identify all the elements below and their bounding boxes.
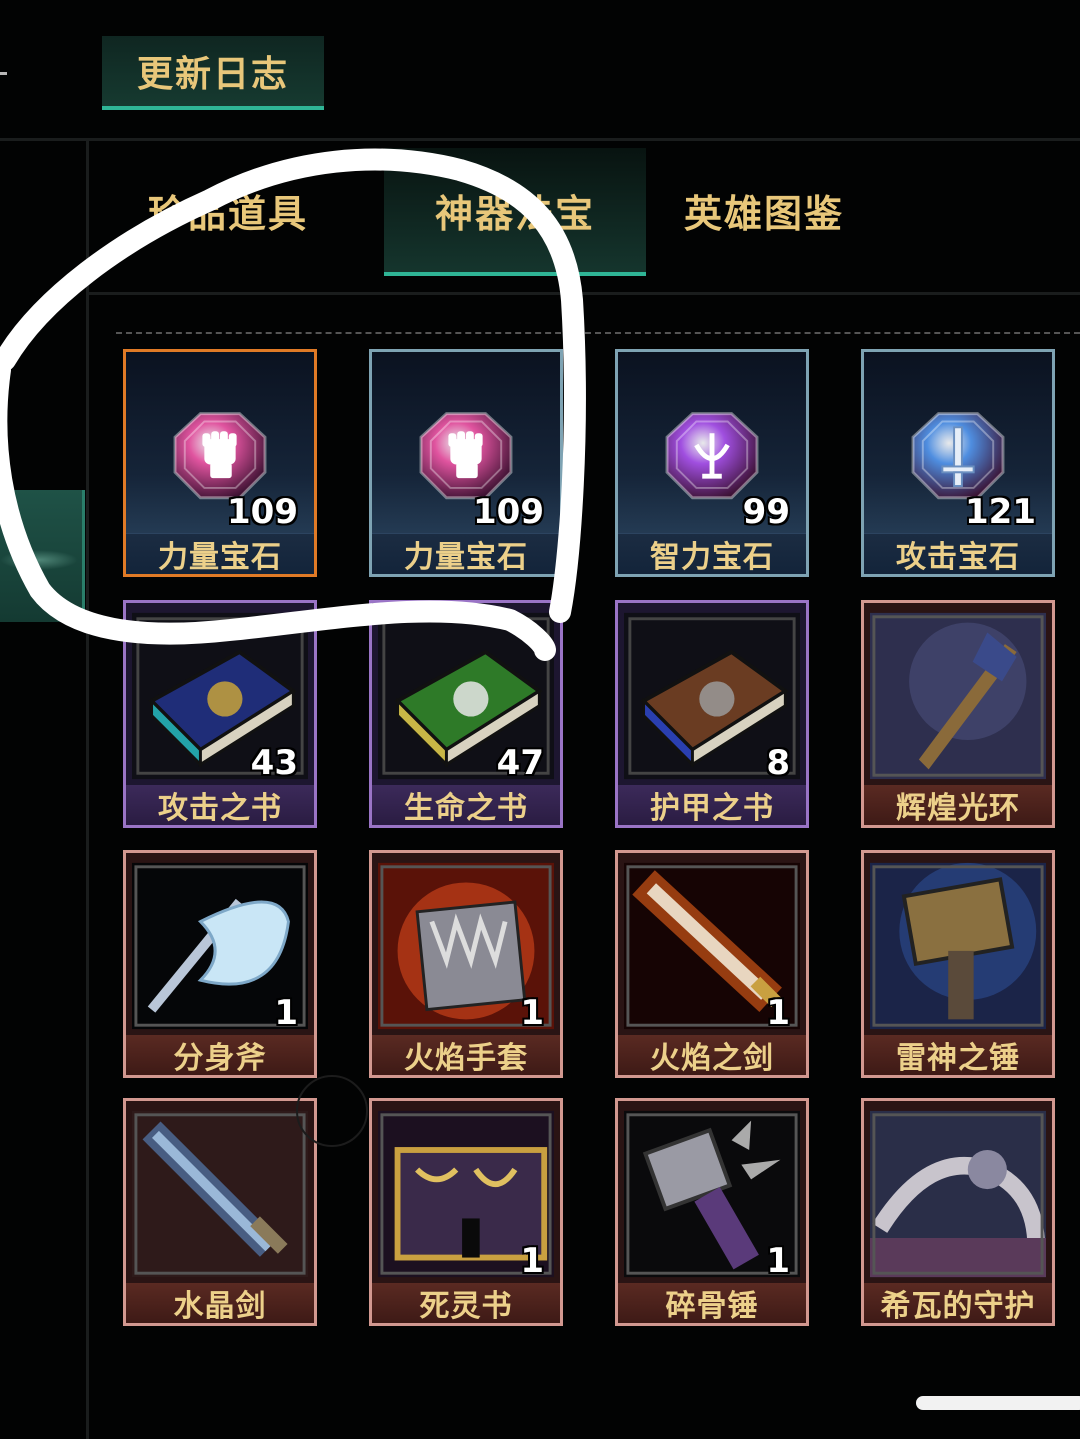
item-count: 109 <box>227 492 298 532</box>
tab-hero-codex[interactable]: 英雄图鉴 <box>664 148 864 272</box>
sidebar-divider <box>86 141 89 1439</box>
header-divider <box>0 138 1080 141</box>
item-name: 辉煌光环 <box>864 785 1052 826</box>
item-count: 1 <box>766 993 790 1033</box>
item-name: 死灵书 <box>372 1283 560 1324</box>
item-card[interactable]: 1 死灵书 <box>369 1098 563 1326</box>
item-count: 99 <box>742 492 790 532</box>
item-count: 43 <box>250 743 298 783</box>
item-count: 1 <box>766 1241 790 1281</box>
item-name: 力量宝石 <box>126 533 314 575</box>
item-card[interactable]: 1 分身斧 <box>123 850 317 1078</box>
item-name: 分身斧 <box>126 1035 314 1076</box>
item-card[interactable]: 辉煌光环 <box>861 600 1055 828</box>
dashed-divider <box>116 332 1080 334</box>
sidebar-glow <box>0 550 78 570</box>
item-card[interactable]: 121 攻击宝石 <box>861 349 1055 577</box>
item-count: 1 <box>520 1241 544 1281</box>
item-count: 47 <box>496 743 544 783</box>
tab-update-log[interactable]: 更新日志 <box>102 36 324 110</box>
item-name: 火焰手套 <box>372 1035 560 1076</box>
item-card[interactable]: 雷神之锤 <box>861 850 1055 1078</box>
back-arrow-icon[interactable] <box>0 72 7 75</box>
item-count: 121 <box>965 492 1036 532</box>
item-name: 护甲之书 <box>618 785 806 826</box>
artifact-art <box>870 1110 1046 1278</box>
item-card[interactable]: 109 力量宝石 <box>369 349 563 577</box>
item-card[interactable]: 47 生命之书 <box>369 600 563 828</box>
sidebar-active-item[interactable] <box>0 490 85 622</box>
item-name: 碎骨锤 <box>618 1283 806 1324</box>
artifact-art <box>870 612 1046 780</box>
radiant-scepter-icon <box>870 609 1046 783</box>
item-card[interactable]: 水晶剑 <box>123 1098 317 1326</box>
thunder-hammer-icon <box>870 859 1046 1033</box>
item-card[interactable]: 109 力量宝石 <box>123 349 317 577</box>
item-card[interactable]: 1 碎骨锤 <box>615 1098 809 1326</box>
scroll-knob[interactable] <box>296 1075 368 1147</box>
item-count: 1 <box>520 993 544 1033</box>
item-count: 109 <box>473 492 544 532</box>
crystal-sword-icon <box>132 1107 308 1281</box>
subtab-divider <box>89 292 1080 295</box>
item-name: 攻击宝石 <box>864 533 1052 575</box>
item-name: 攻击之书 <box>126 785 314 826</box>
home-indicator <box>916 1396 1080 1410</box>
item-count: 1 <box>274 993 298 1033</box>
item-card[interactable]: 43 攻击之书 <box>123 600 317 828</box>
item-name: 力量宝石 <box>372 533 560 575</box>
shivas-guard-icon <box>870 1107 1046 1281</box>
item-card[interactable]: 99 智力宝石 <box>615 349 809 577</box>
item-count: 8 <box>766 743 790 783</box>
tab-treasures[interactable]: 珍品道具 <box>110 148 346 272</box>
item-card[interactable]: 8 护甲之书 <box>615 600 809 828</box>
item-name: 智力宝石 <box>618 533 806 575</box>
item-card[interactable]: 1 火焰手套 <box>369 850 563 1078</box>
item-name: 雷神之锤 <box>864 1035 1052 1076</box>
item-card[interactable]: 希瓦的守护 <box>861 1098 1055 1326</box>
item-name: 希瓦的守护 <box>864 1283 1052 1324</box>
item-name: 水晶剑 <box>126 1283 314 1324</box>
artifact-art <box>870 862 1046 1030</box>
artifact-art <box>132 1110 308 1278</box>
item-name: 火焰之剑 <box>618 1035 806 1076</box>
tab-artifacts[interactable]: 神器法宝 <box>384 148 646 276</box>
item-card[interactable]: 1 火焰之剑 <box>615 850 809 1078</box>
item-name: 生命之书 <box>372 785 560 826</box>
